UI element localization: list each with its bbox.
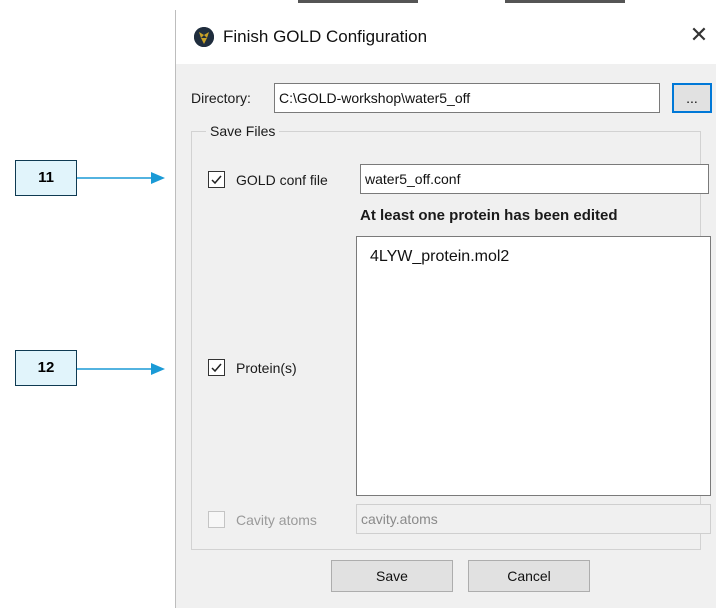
cancel-button[interactable]: Cancel: [468, 560, 590, 592]
checkmark-icon: [211, 175, 222, 185]
protein-list[interactable]: 4LYW_protein.mol2: [356, 236, 711, 496]
window-title: Finish GOLD Configuration: [223, 27, 428, 46]
cavity-atoms-checkbox[interactable]: [208, 511, 225, 528]
gold-logo-icon: [194, 27, 214, 47]
list-item[interactable]: 4LYW_protein.mol2: [370, 248, 509, 266]
callout-arrow-11: [77, 172, 165, 184]
protein-edited-notice: At least one protein has been edited: [360, 207, 618, 224]
directory-field[interactable]: [274, 83, 660, 113]
browse-directory-button[interactable]: ...: [672, 83, 712, 113]
gold-conf-file-checkbox[interactable]: [208, 171, 225, 188]
gold-conf-file-label: GOLD conf file: [236, 172, 328, 188]
save-files-legend: Save Files: [206, 123, 280, 139]
proteins-checkbox[interactable]: [208, 359, 225, 376]
callout-badge-12: 12: [15, 350, 77, 386]
checkmark-icon: [211, 363, 222, 373]
cavity-atoms-label: Cavity atoms: [236, 512, 317, 528]
background-edge-mark: [505, 0, 625, 3]
cavity-atoms-field[interactable]: [356, 504, 711, 534]
finish-gold-configuration-dialog: Finish GOLD Configuration ✕ Directory: .…: [175, 10, 716, 608]
proteins-label: Protein(s): [236, 360, 297, 376]
gold-conf-file-field[interactable]: [360, 164, 709, 194]
callout-badge-11: 11: [15, 160, 77, 196]
close-icon[interactable]: ✕: [688, 23, 710, 47]
background-edge-mark: [298, 0, 418, 3]
directory-label: Directory:: [191, 90, 251, 106]
callout-arrow-12: [77, 363, 165, 375]
save-button[interactable]: Save: [331, 560, 453, 592]
title-bar: Finish GOLD Configuration ✕: [176, 10, 716, 64]
